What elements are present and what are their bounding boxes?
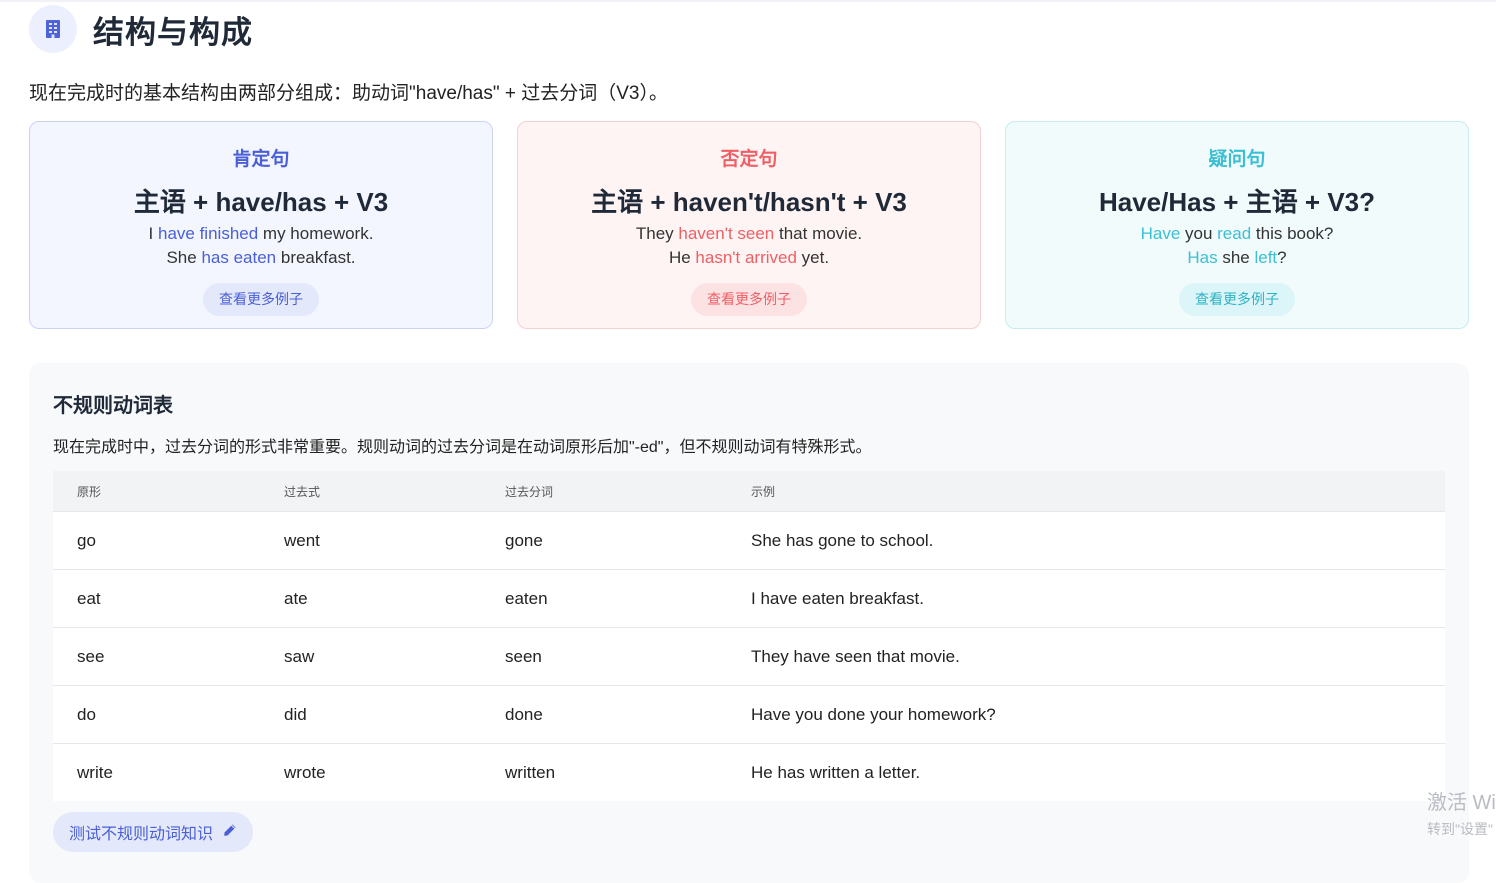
cell-past-participle: done xyxy=(505,704,543,724)
cell-past-participle: written xyxy=(505,762,556,782)
example-line: Have you read this book? xyxy=(1140,224,1334,243)
cell-past-tense: wrote xyxy=(284,762,326,782)
cell-base-form: see xyxy=(77,646,105,666)
more-examples-button[interactable]: 查看更多例子 xyxy=(203,283,319,316)
header-past-tense: 过去式 xyxy=(284,484,321,499)
watermark-line: 转到"设置" xyxy=(1427,821,1493,837)
cell-past-participle: eaten xyxy=(505,588,548,608)
cell-example: He has written a letter. xyxy=(751,762,921,782)
quiz-irregular-verbs-button[interactable]: 测试不规则动词知识 xyxy=(53,812,254,852)
card-examples: I have finished my homework. She has eat… xyxy=(30,222,492,270)
card-formula: 主语 + haven't/hasn't + V3 xyxy=(591,187,907,217)
table-row: write wrote written He has written a let… xyxy=(53,743,1445,801)
top-divider xyxy=(0,0,1496,2)
example-line: I have finished my homework. xyxy=(148,224,374,243)
example-line: She has eaten breakfast. xyxy=(166,248,356,267)
irregular-verbs-table: 原形 过去式 过去分词 示例 go went gone She has gone… xyxy=(53,471,1445,801)
cell-base-form: eat xyxy=(77,588,101,608)
table-header: 原形 过去式 过去分词 示例 xyxy=(53,471,1445,511)
example-line: He hasn't arrived yet. xyxy=(668,248,830,267)
cell-base-form: do xyxy=(77,704,96,724)
building-icon xyxy=(29,5,77,53)
more-examples-button[interactable]: 查看更多例子 xyxy=(691,283,807,316)
card-examples: Have you read this book? Has she left? xyxy=(1006,222,1468,270)
cell-past-participle: seen xyxy=(505,646,542,666)
card-title: 疑问句 xyxy=(1208,149,1266,170)
cell-past-tense: saw xyxy=(284,646,315,666)
cell-base-form: go xyxy=(77,530,96,550)
cell-past-tense: went xyxy=(284,530,320,550)
header-past-participle: 过去分词 xyxy=(505,484,554,499)
watermark-line: 激活 Wi xyxy=(1427,792,1496,814)
pencil-icon xyxy=(223,823,237,842)
cell-example: I have eaten breakfast. xyxy=(751,588,924,608)
irregular-verbs-panel: 不规则动词表 现在完成时中，过去分词的形式非常重要。规则动词的过去分词是在动词原… xyxy=(29,363,1469,883)
cell-base-form: write xyxy=(77,762,113,782)
windows-activation-watermark: 激活 Wi 转到"设置" xyxy=(1427,786,1496,839)
section-header: 结构与构成 xyxy=(29,4,253,54)
table-row: do did done Have you done your homework? xyxy=(53,685,1445,743)
page-title: 结构与构成 xyxy=(93,14,253,50)
header-base-form: 原形 xyxy=(77,484,102,499)
question-card: 疑问句 Have/Has + 主语 + V3? Have you read th… xyxy=(1005,121,1469,329)
cell-example: Have you done your homework? xyxy=(751,704,996,724)
header-example: 示例 xyxy=(751,484,776,499)
table-row: go went gone She has gone to school. xyxy=(53,511,1445,569)
card-formula: 主语 + have/has + V3 xyxy=(133,187,389,217)
table-row: eat ate eaten I have eaten breakfast. xyxy=(53,569,1445,627)
card-title: 肯定句 xyxy=(232,149,290,170)
card-examples: They haven't seen that movie. He hasn't … xyxy=(518,222,980,270)
panel-description: 现在完成时中，过去分词的形式非常重要。规则动词的过去分词是在动词原形后加"-ed… xyxy=(53,439,872,456)
panel-title: 不规则动词表 xyxy=(53,395,173,417)
cell-past-tense: ate xyxy=(284,588,308,608)
cell-past-participle: gone xyxy=(505,530,543,550)
example-line: They haven't seen that movie. xyxy=(635,224,863,243)
cell-example: They have seen that movie. xyxy=(751,646,960,666)
intro-text: 现在完成时的基本结构由两部分组成：助动词"have/has" + 过去分词（V3… xyxy=(29,83,668,104)
more-examples-button[interactable]: 查看更多例子 xyxy=(1179,283,1295,316)
quiz-button-label: 测试不规则动词知识 xyxy=(69,826,214,843)
cell-example: She has gone to school. xyxy=(751,530,934,550)
negative-card: 否定句 主语 + haven't/hasn't + V3 They haven'… xyxy=(517,121,981,329)
affirmative-card: 肯定句 主语 + have/has + V3 I have finished m… xyxy=(29,121,493,329)
cell-past-tense: did xyxy=(284,704,307,724)
sentence-type-cards: 肯定句 主语 + have/has + V3 I have finished m… xyxy=(29,121,1469,329)
table-row: see saw seen They have seen that movie. xyxy=(53,627,1445,685)
card-formula: Have/Has + 主语 + V3? xyxy=(1098,187,1376,217)
example-line: Has she left? xyxy=(1187,248,1287,267)
card-title: 否定句 xyxy=(720,149,778,170)
